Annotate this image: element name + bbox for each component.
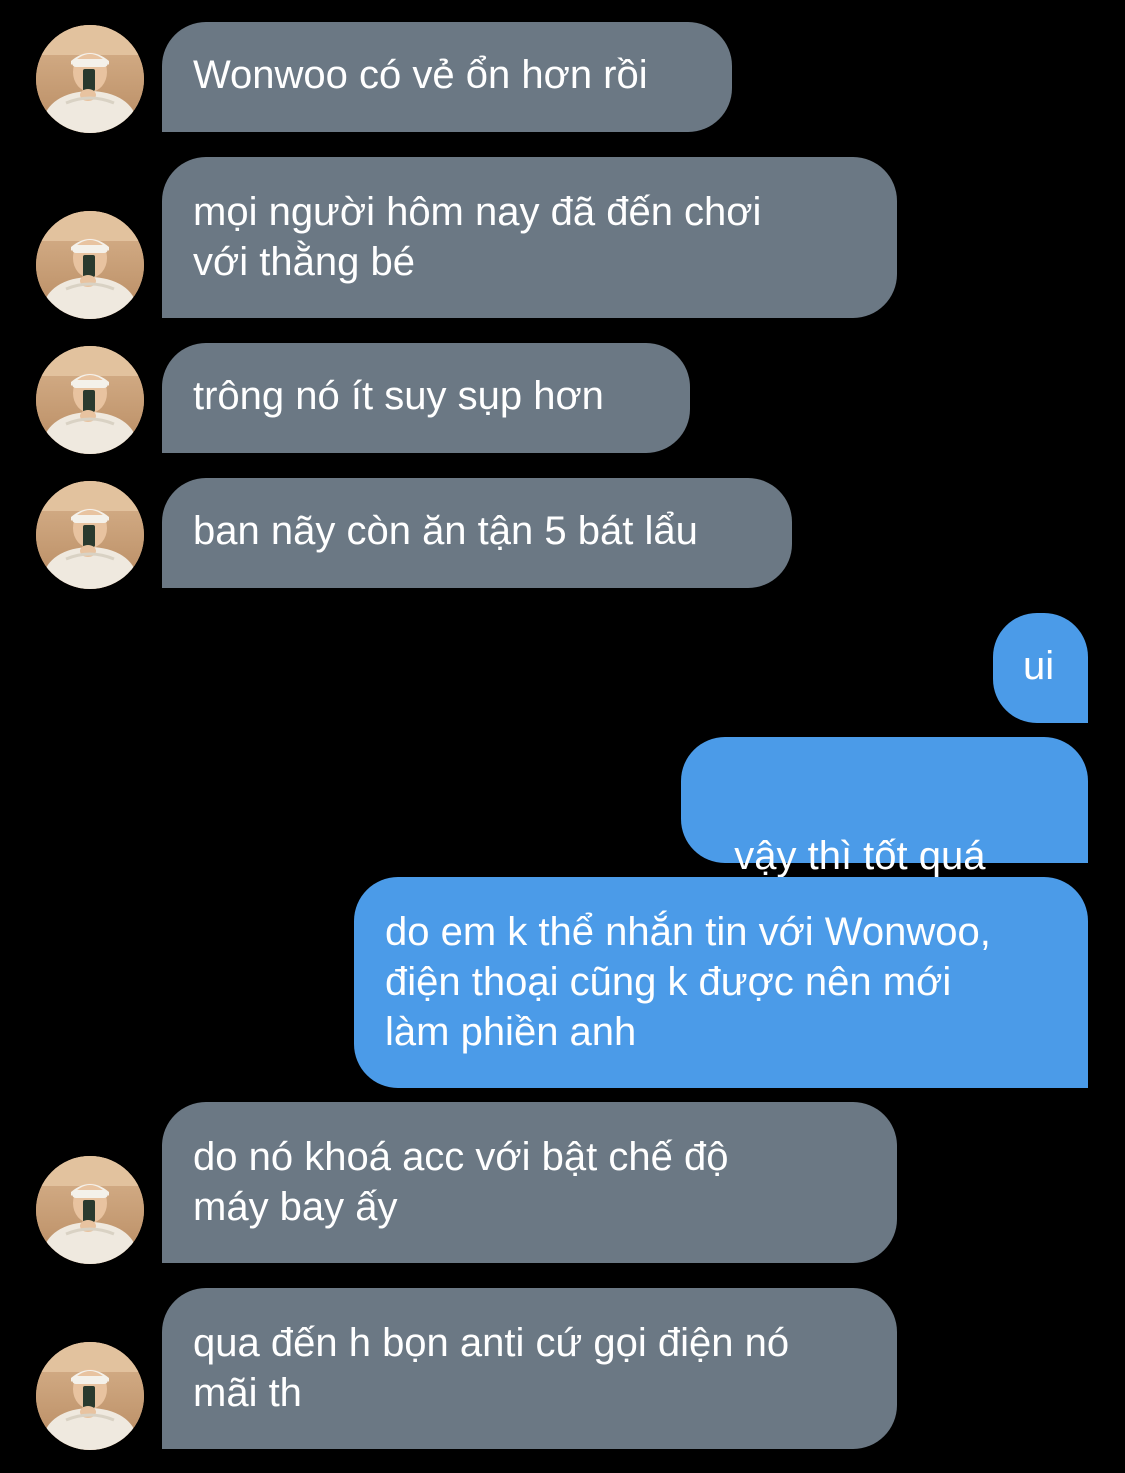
contact-avatar[interactable] [36,1156,144,1264]
incoming-message-bubble[interactable]: ban nãy còn ăn tận 5 bát lẩu [162,478,792,588]
incoming-message-bubble[interactable]: mọi người hôm nay đã đến chơi với thằng … [162,157,897,318]
outgoing-message-bubble[interactable]: ui [993,613,1088,723]
incoming-message-bubble[interactable]: trông nó ít suy sụp hơn [162,343,690,453]
incoming-message-bubble[interactable]: qua đến h bọn anti cứ gọi điện nó mãi th [162,1288,897,1449]
contact-avatar[interactable] [36,211,144,319]
contact-avatar[interactable] [36,346,144,454]
outgoing-message-bubble[interactable]: do em k thể nhắn tin với Wonwoo, điện th… [354,877,1088,1088]
contact-avatar[interactable] [36,1342,144,1450]
contact-avatar[interactable] [36,25,144,133]
contact-avatar[interactable] [36,481,144,589]
outgoing-message-bubble[interactable]: vậy thì tốt quá [681,737,1088,1018]
incoming-message-bubble[interactable]: Wonwoo có vẻ ổn hơn rồi [162,22,732,132]
incoming-message-bubble[interactable]: do nó khoá acc với bật chế độ máy bay ấy [162,1102,897,1263]
message-text: vậy thì tốt quá [734,834,986,878]
